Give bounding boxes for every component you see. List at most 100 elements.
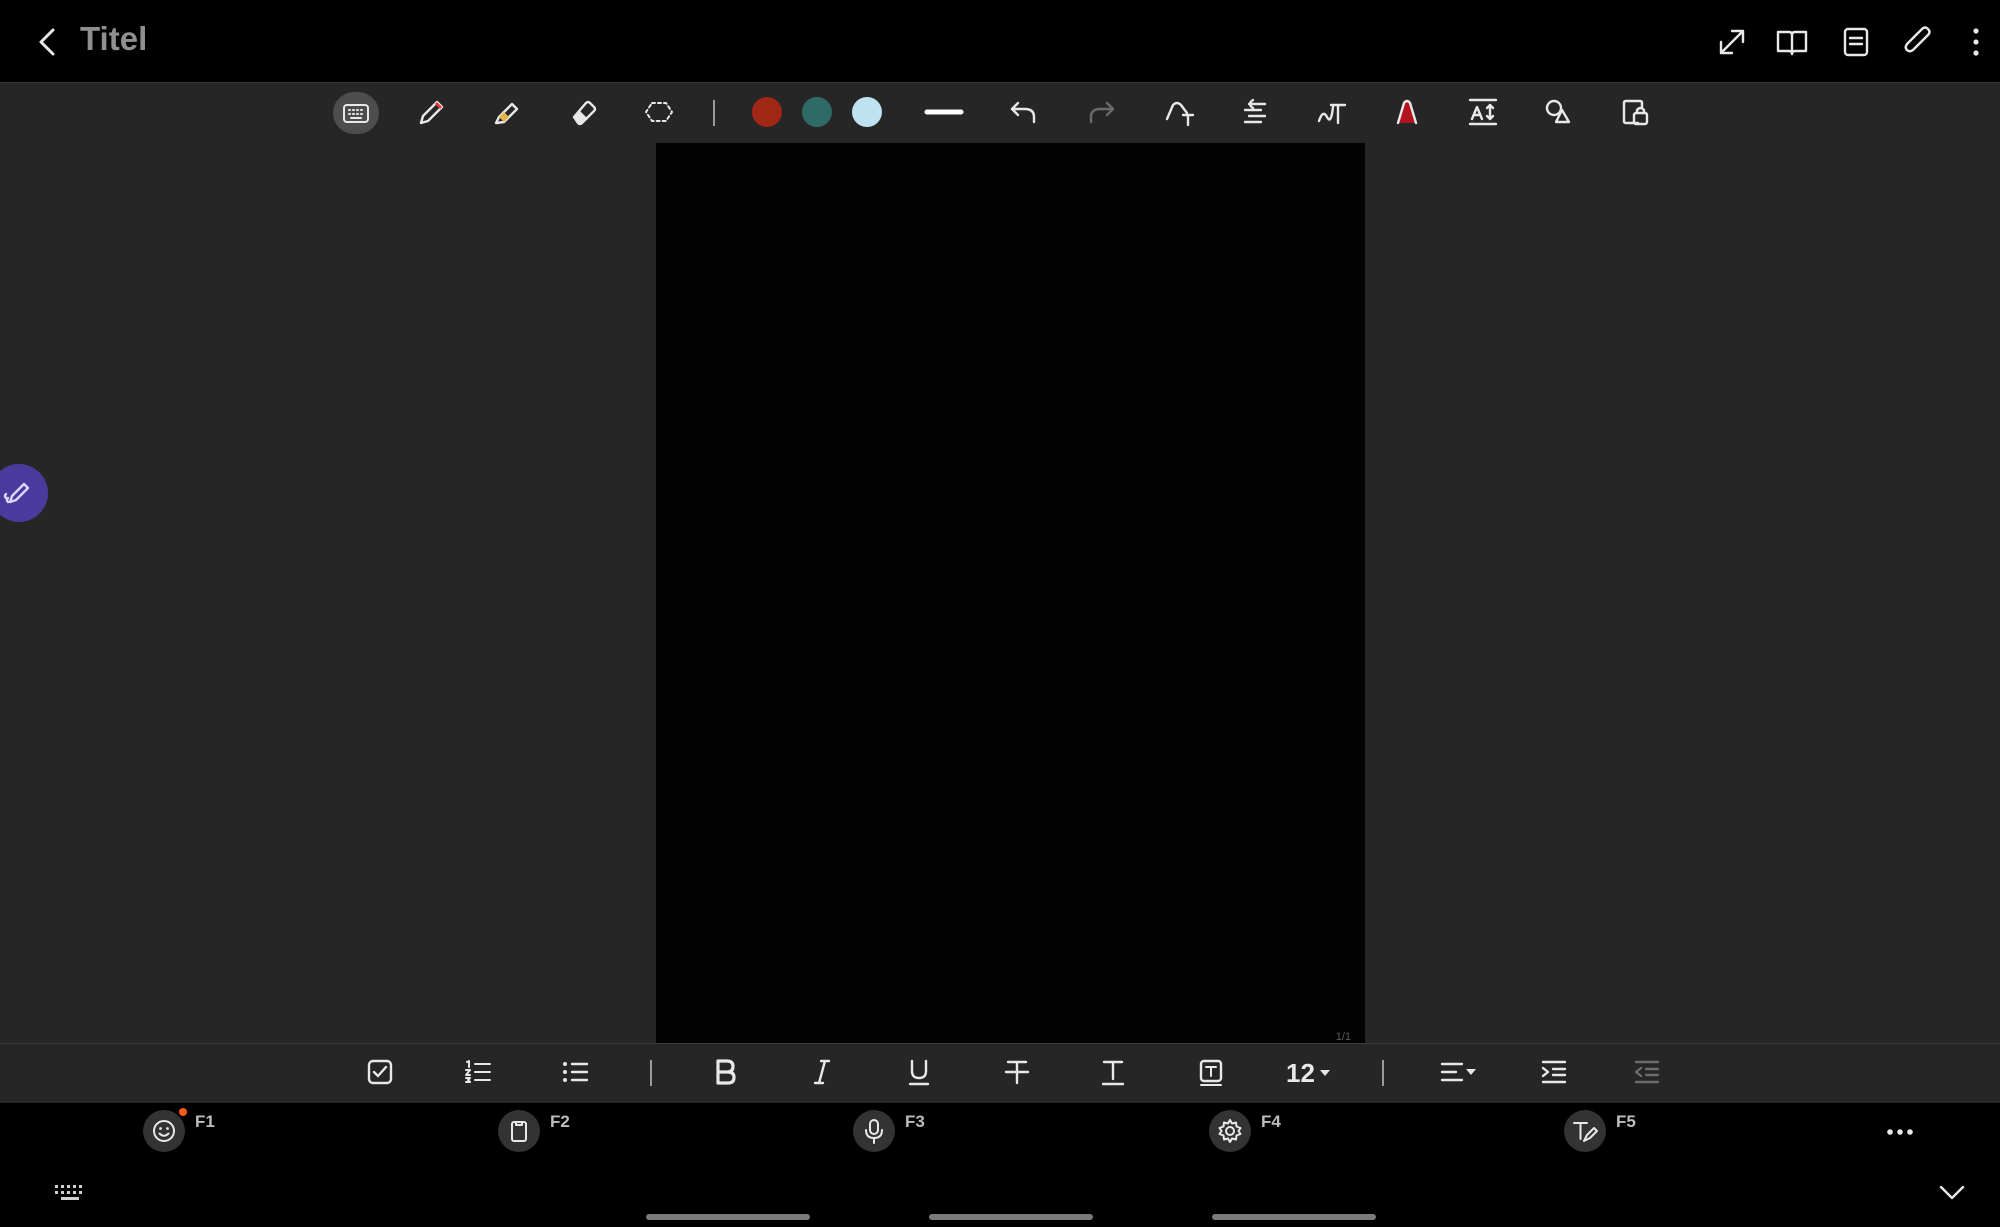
book-view-button[interactable] xyxy=(1772,22,1812,62)
align-icon xyxy=(1440,1062,1476,1082)
chevron-down-icon xyxy=(1939,1185,1965,1200)
floating-pen-button[interactable] xyxy=(0,464,48,522)
fkey-f4-circle xyxy=(1209,1110,1251,1152)
fkey-f1-circle xyxy=(143,1108,187,1152)
handwriting-icon xyxy=(1317,103,1347,125)
page-list-icon xyxy=(1843,27,1869,57)
emoji-icon xyxy=(153,1120,175,1142)
text-style-button[interactable] xyxy=(1088,1050,1138,1094)
pen-button[interactable] xyxy=(407,90,457,134)
outdent-icon xyxy=(1634,1060,1660,1084)
format-divider-1 xyxy=(650,1060,652,1086)
color-swatch-red[interactable] xyxy=(752,97,782,127)
back-button[interactable] xyxy=(28,22,68,62)
keyboard-small-icon xyxy=(55,1185,82,1200)
pen-fill-icon xyxy=(1396,99,1418,125)
text-insert-button[interactable] xyxy=(1155,90,1205,134)
pen-fill-button[interactable] xyxy=(1382,90,1432,134)
fkey-f1[interactable]: F1 xyxy=(143,1108,215,1154)
fkey-f2[interactable]: F2 xyxy=(498,1108,570,1154)
text-spacing-icon xyxy=(1468,98,1498,126)
numbered-list-icon xyxy=(465,1060,491,1083)
hide-keyboard-button[interactable] xyxy=(1936,1178,1968,1206)
redo-button[interactable] xyxy=(1077,90,1127,134)
color-swatch-teal[interactable] xyxy=(802,97,832,127)
title-bar: Titel xyxy=(0,0,2000,82)
keyboard-mode-button[interactable] xyxy=(333,92,379,134)
align-text-icon xyxy=(1243,98,1267,124)
fkey-f3[interactable]: F3 xyxy=(853,1108,925,1154)
text-spacing-button[interactable] xyxy=(1458,90,1508,134)
lasso-icon xyxy=(645,102,673,122)
lock-button[interactable] xyxy=(1610,90,1660,134)
keyboard-toggle-button[interactable] xyxy=(52,1180,88,1204)
note-canvas[interactable]: 1/1 xyxy=(656,143,1365,1043)
italic-icon xyxy=(813,1059,831,1085)
text-box-icon xyxy=(1199,1059,1223,1086)
fkey-f5-circle xyxy=(1564,1110,1606,1152)
eraser-button[interactable] xyxy=(558,90,608,134)
note-title[interactable]: Titel xyxy=(80,20,147,58)
fkey-f3-circle xyxy=(853,1110,895,1152)
bold-button[interactable] xyxy=(700,1050,750,1094)
expand-button[interactable] xyxy=(1712,22,1752,62)
outdent-button[interactable] xyxy=(1622,1050,1672,1094)
more-horiz-icon xyxy=(1887,1129,1913,1135)
indent-button[interactable] xyxy=(1529,1050,1579,1094)
highlighter-icon xyxy=(494,102,519,125)
page-list-button[interactable] xyxy=(1836,22,1876,62)
handwriting-button[interactable] xyxy=(1307,90,1357,134)
notification-dot xyxy=(179,1108,187,1116)
clipboard-icon xyxy=(511,1121,527,1142)
microphone-icon xyxy=(865,1119,883,1144)
attach-button[interactable] xyxy=(1898,22,1938,62)
italic-button[interactable] xyxy=(797,1050,847,1094)
book-view-icon xyxy=(1776,30,1808,56)
bullet-list-button[interactable] xyxy=(550,1050,600,1094)
color-swatch-lightblue[interactable] xyxy=(852,97,882,127)
underline-button[interactable] xyxy=(894,1050,944,1094)
settings-icon xyxy=(1218,1119,1242,1143)
numbered-list-button[interactable] xyxy=(453,1050,503,1094)
bullet-list-icon xyxy=(563,1062,589,1082)
nav-handle-right[interactable] xyxy=(1212,1214,1376,1220)
keyboard-icon xyxy=(343,104,369,123)
align-button[interactable] xyxy=(1433,1050,1483,1094)
redo-icon xyxy=(1089,101,1115,124)
fkey-more-button[interactable] xyxy=(1882,1117,1918,1147)
fkey-f1-label: F1 xyxy=(195,1112,215,1131)
font-size-dropdown[interactable]: 12 xyxy=(1286,1057,1331,1089)
align-text-button[interactable] xyxy=(1231,90,1281,134)
nav-handle-left[interactable] xyxy=(646,1214,810,1220)
fkey-f3-label: F3 xyxy=(905,1112,925,1131)
font-size-value: 12 xyxy=(1286,1057,1315,1088)
nav-handle-center[interactable] xyxy=(929,1214,1093,1220)
fkey-f4[interactable]: F4 xyxy=(1209,1108,1281,1154)
shapes-button[interactable] xyxy=(1533,90,1583,134)
eraser-icon xyxy=(572,100,597,126)
undo-icon xyxy=(1010,101,1036,124)
dropdown-caret-icon xyxy=(1319,1070,1330,1076)
undo-button[interactable] xyxy=(998,90,1048,134)
checkbox-icon xyxy=(367,1059,393,1085)
fkey-f2-label: F2 xyxy=(550,1112,570,1131)
highlighter-button[interactable] xyxy=(482,90,532,134)
bold-icon xyxy=(716,1059,736,1085)
function-key-row xyxy=(0,1103,2000,1158)
lasso-button[interactable] xyxy=(634,90,684,134)
back-arrow-icon xyxy=(39,28,55,56)
checkbox-button[interactable] xyxy=(355,1050,405,1094)
more-options-button[interactable] xyxy=(1956,22,1996,62)
text-style-icon xyxy=(1101,1060,1125,1086)
fkey-f5-label: F5 xyxy=(1616,1112,1636,1131)
stroke-width-icon xyxy=(924,109,964,115)
page-indicator: 1/1 xyxy=(1335,1031,1351,1043)
expand-icon xyxy=(1719,29,1745,55)
fkey-f5[interactable]: F5 xyxy=(1564,1108,1636,1154)
indent-icon xyxy=(1541,1060,1567,1084)
text-box-button[interactable] xyxy=(1186,1050,1236,1094)
lock-icon xyxy=(1622,99,1649,126)
stroke-width-button[interactable] xyxy=(919,90,969,134)
fkey-f2-circle xyxy=(498,1110,540,1152)
strikethrough-button[interactable] xyxy=(992,1050,1042,1094)
